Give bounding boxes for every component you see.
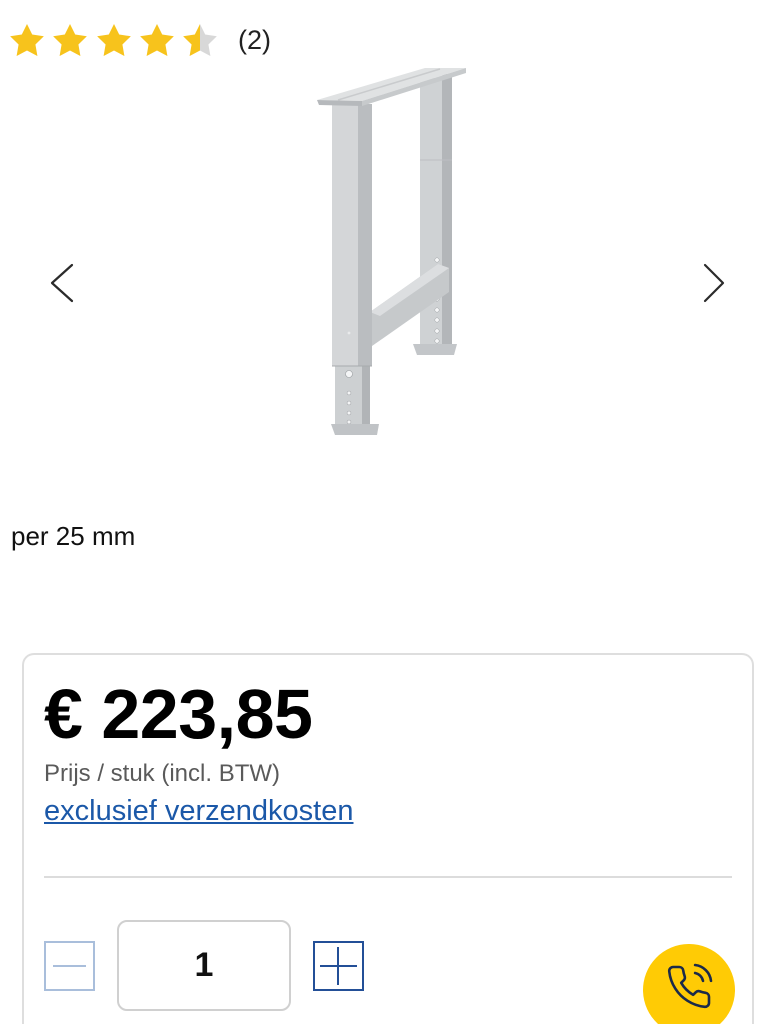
product-image[interactable] [300,60,480,445]
star-icon [139,24,174,56]
minus-icon [53,965,86,967]
star-icon [53,24,88,56]
star-icon [96,24,131,56]
star-icon [183,24,217,56]
review-count-link[interactable]: (2) [238,24,271,56]
star-rating [10,24,217,56]
price-unit-label: Prijs / stuk (incl. BTW) [44,760,281,787]
quantity-input[interactable]: 1 [117,920,291,1011]
call-button-background [643,944,735,1024]
increase-quantity-button[interactable] [313,941,364,991]
chevron-right-icon [703,263,725,303]
star-icon [10,24,44,56]
price: € 223,85 [44,675,313,753]
gallery-prev-button[interactable] [48,263,76,305]
gallery-next-button[interactable] [701,263,729,305]
call-button[interactable] [643,944,735,1024]
feature-text: per 25 mm [11,521,136,551]
shipping-costs-link[interactable]: exclusief verzendkosten [44,797,354,826]
decrease-quantity-button[interactable] [44,941,95,991]
chevron-left-icon [50,263,74,303]
divider [44,876,732,878]
